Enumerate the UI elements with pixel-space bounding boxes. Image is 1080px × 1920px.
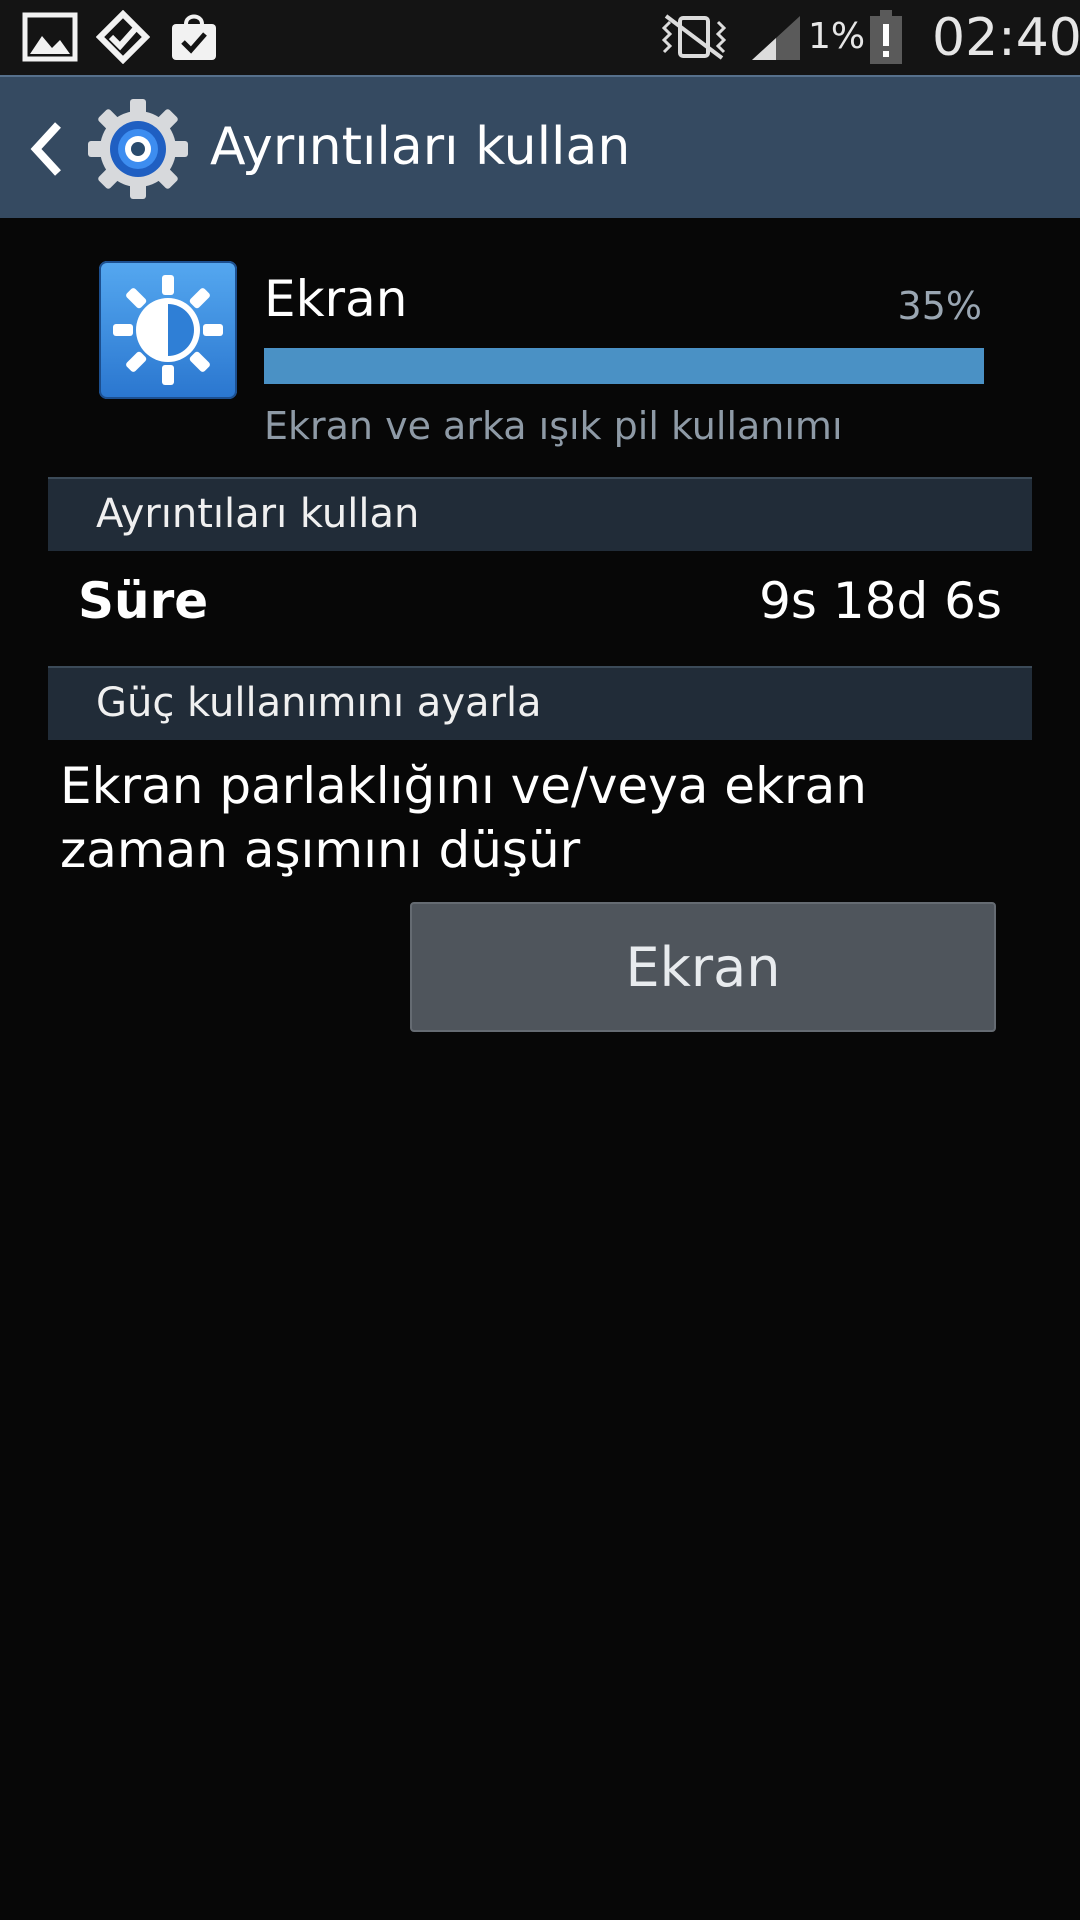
status-bar: 1% 02:40 bbox=[0, 0, 1080, 75]
duration-value: 9s 18d 6s bbox=[759, 572, 1002, 630]
duration-label: Süre bbox=[78, 572, 209, 630]
section-header-label: Güç kullanımını ayarla bbox=[96, 680, 542, 726]
clock: 02:40 bbox=[932, 8, 1080, 68]
section-header-details: Ayrıntıları kullan bbox=[48, 477, 1032, 551]
back-chevron-icon[interactable] bbox=[26, 119, 66, 179]
action-bar: Ayrıntıları kullan bbox=[0, 75, 1080, 218]
usage-progress-fill bbox=[264, 348, 984, 384]
power-tip: Ekran parlaklığını ve/veya ekran zaman a… bbox=[60, 757, 867, 879]
usage-progress-bar bbox=[264, 348, 984, 384]
usage-item-name: Ekran bbox=[264, 270, 408, 328]
section-header-power: Güç kullanımını ayarla bbox=[48, 666, 1032, 740]
page-title: Ayrıntıları kullan bbox=[210, 117, 631, 177]
gallery-icon bbox=[22, 12, 78, 62]
battery-percent: 1% bbox=[808, 16, 866, 57]
settings-gear-icon bbox=[88, 99, 188, 199]
shopping-bag-check-icon bbox=[172, 14, 216, 60]
usage-percent: 35% bbox=[897, 284, 982, 328]
brightness-icon bbox=[99, 261, 237, 399]
display-settings-button[interactable]: Ekran bbox=[410, 902, 996, 1032]
section-header-label: Ayrıntıları kullan bbox=[96, 491, 420, 537]
battery-alert-icon bbox=[870, 10, 902, 64]
signal-icon bbox=[752, 16, 800, 60]
foursquare-icon bbox=[96, 10, 150, 64]
usage-description: Ekran ve arka ışık pil kullanımı bbox=[264, 404, 843, 448]
vibrate-off-icon bbox=[661, 14, 727, 60]
